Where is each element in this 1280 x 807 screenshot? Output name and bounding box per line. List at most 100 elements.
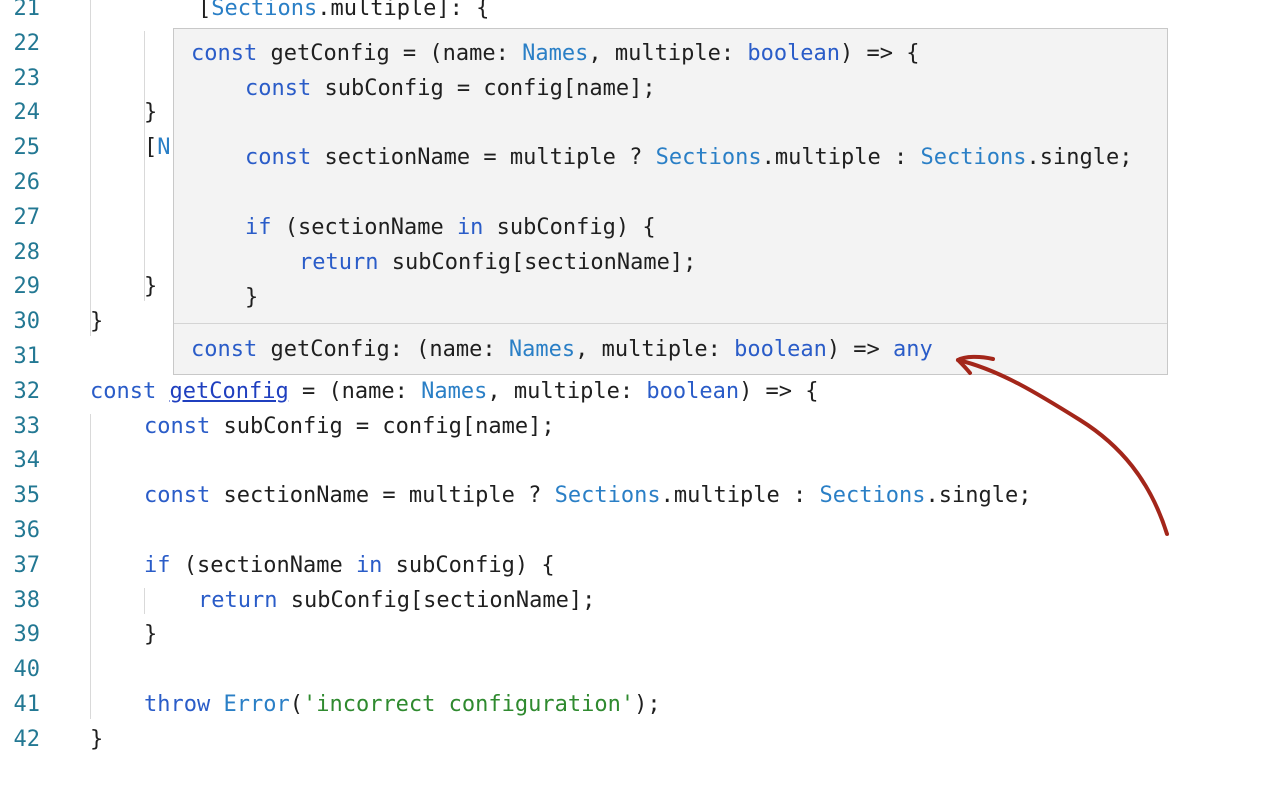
line-number: 38	[13, 587, 41, 613]
code-token: getConfig: (name:	[257, 337, 509, 362]
code-text: if (sectionName in subConfig) {	[144, 549, 555, 584]
code-token: }	[144, 100, 158, 126]
code-token: if	[144, 552, 171, 578]
code-token: Names	[522, 41, 589, 66]
hover-code-line: const getConfig = (name: Names, multiple…	[191, 37, 920, 72]
code-token: Sections	[920, 145, 1027, 171]
code-token: const	[245, 75, 312, 101]
function-name-link[interactable]: getConfig	[169, 379, 288, 404]
line-number: 33	[13, 413, 41, 439]
hover-code-line: return subConfig[sectionName];	[299, 246, 696, 281]
hover-code-line: const sectionName = multiple ? Sections.…	[245, 141, 1132, 176]
code-token: return	[299, 249, 379, 275]
code-token: boolean	[646, 378, 740, 404]
code-token: , multiple:	[575, 337, 735, 362]
code-token: }	[144, 622, 158, 648]
code-token: in	[355, 552, 383, 578]
code-token: in	[456, 215, 484, 240]
code-token: return	[198, 587, 278, 613]
indent-guide	[90, 413, 91, 719]
code-token: ) => {	[840, 41, 920, 66]
code-token: subConfig = config[name];	[210, 413, 555, 439]
code-token: }	[90, 309, 104, 335]
code-token: .single;	[925, 483, 1032, 509]
code-token: const	[144, 413, 211, 439]
code-text: }	[144, 96, 157, 131]
line-number: 30	[13, 309, 41, 335]
hover-separator	[174, 323, 1167, 324]
code-text: }	[90, 305, 103, 340]
line-number: 40	[13, 657, 41, 683]
code-token: .multiple]: {	[317, 0, 490, 21]
line-number: 25	[13, 135, 41, 161]
code-token: Sections	[554, 483, 661, 509]
code-token: (sectionName	[170, 552, 356, 578]
line-number: 35	[13, 483, 41, 509]
line-number: 27	[13, 204, 41, 230]
code-token: Names	[508, 337, 576, 362]
code-token: sectionName = multiple ?	[210, 483, 555, 509]
code-token: (	[289, 692, 303, 717]
code-token: throw	[144, 692, 211, 717]
hover-code-line: }	[245, 281, 258, 316]
code-text: throw Error('incorrect configuration');	[144, 688, 661, 723]
line-number: 21	[13, 0, 41, 21]
line-number: 23	[13, 65, 41, 91]
code-token: const	[144, 483, 211, 509]
line-number: 31	[13, 344, 41, 369]
code-token: Error	[223, 692, 290, 717]
code-token: N	[157, 135, 171, 161]
code-token: , multiple:	[487, 378, 647, 404]
code-token: subConfig) {	[382, 552, 555, 578]
code-token: const	[191, 41, 258, 66]
code-text: const sectionName = multiple ? Sections.…	[144, 479, 1031, 514]
indent-guide	[90, 0, 91, 336]
line-number: 36	[13, 518, 41, 543]
code-text: const getConfig = (name: Names, multiple…	[90, 375, 819, 410]
code-token: const	[245, 145, 312, 171]
code-token: ) => {	[739, 378, 819, 404]
code-token: Sections	[819, 483, 926, 509]
code-token: const	[191, 337, 258, 362]
code-token: sectionName = multiple ?	[311, 145, 656, 171]
indent-guide	[144, 30, 145, 302]
code-text: }	[144, 618, 157, 653]
code-token: [	[198, 0, 212, 21]
line-number: 34	[13, 448, 41, 474]
code-token: .multiple :	[660, 483, 820, 509]
code-text: return subConfig[sectionName];	[198, 584, 595, 619]
hover-code-line: const subConfig = config[name];	[245, 72, 656, 107]
indent-guide	[144, 587, 145, 615]
line-number: 22	[13, 30, 41, 56]
code-token: subConfig[sectionName];	[378, 249, 697, 275]
code-token: 'incorrect configuration'	[302, 692, 635, 717]
line-number: 24	[13, 100, 41, 126]
code-text: }	[144, 270, 157, 305]
line-number: 41	[13, 692, 41, 717]
hover-code-line: if (sectionName in subConfig) {	[245, 211, 656, 246]
line-number: 29	[13, 274, 41, 300]
line-number: 32	[13, 378, 41, 404]
line-number: 42	[13, 726, 41, 752]
line-number: 26	[13, 170, 41, 195]
code-token: );	[634, 692, 661, 717]
code-text: const subConfig = config[name];	[144, 410, 555, 445]
code-text: [Sections.multiple]: {	[198, 0, 489, 27]
line-number: 37	[13, 552, 41, 578]
code-text: [N	[144, 131, 171, 166]
code-token: subConfig) {	[483, 215, 656, 240]
code-token: .multiple :	[761, 145, 921, 171]
code-text: }	[90, 723, 103, 758]
code-token: }	[144, 274, 158, 300]
code-token: subConfig[sectionName];	[277, 587, 596, 613]
code-token: Sections	[655, 145, 762, 171]
hover-tooltip: const getConfig = (name: Names, multiple…	[173, 28, 1168, 375]
code-token: subConfig = config[name];	[311, 75, 656, 101]
hover-signature: const getConfig: (name: Names, multiple:…	[191, 333, 933, 368]
code-token: = (name:	[288, 378, 422, 404]
code-token: if	[245, 215, 272, 240]
line-number: 28	[13, 239, 41, 265]
code-token: }	[90, 726, 104, 752]
